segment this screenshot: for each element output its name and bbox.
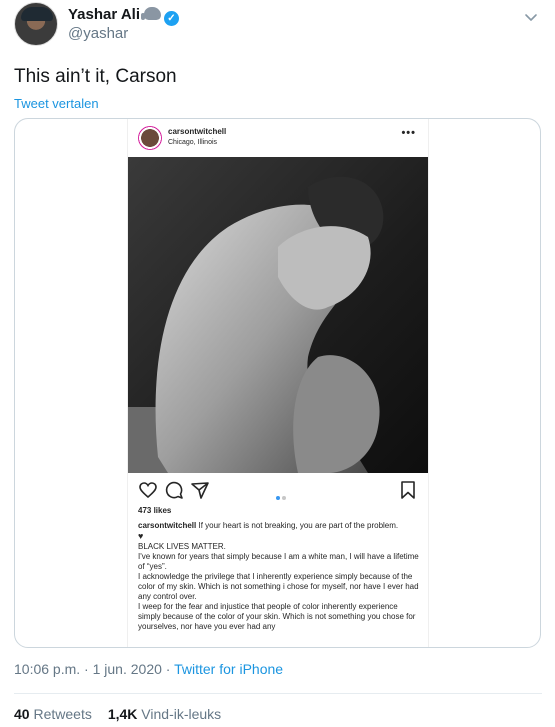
- meta-separator: ·: [80, 661, 93, 677]
- instagram-avatar: [138, 126, 162, 150]
- likes-count: 1,4K: [107, 706, 138, 722]
- tweet-text: This ain’t it, Carson: [14, 66, 177, 87]
- carousel-dot-active: [276, 496, 280, 500]
- likes-stat[interactable]: 1,4K Vind-ik-leuks: [108, 706, 221, 722]
- elephant-icon: [140, 7, 161, 20]
- tweet-source-link[interactable]: Twitter for iPhone: [174, 661, 283, 677]
- comment-icon: [165, 481, 183, 499]
- display-name[interactable]: Yashar Ali ✓: [68, 6, 179, 26]
- tweet-metadata: 10:06 p.m. · 1 jun. 2020 · Twitter for i…: [14, 661, 283, 677]
- avatar-cap: [21, 7, 53, 21]
- retweets-count: 40: [14, 706, 30, 722]
- tweet-header: Yashar Ali ✓ @yashar: [14, 0, 544, 56]
- retweets-stat[interactable]: 40 Retweets: [14, 706, 92, 722]
- carousel-dots: [276, 487, 288, 505]
- caption-line: I weep for the fear and injustice that p…: [138, 602, 416, 631]
- display-name-text[interactable]: Yashar Ali: [68, 6, 140, 23]
- tweet-stats: 40 Retweets 1,4K Vind-ik-leuks: [14, 706, 221, 722]
- share-icon: [191, 482, 209, 499]
- caption-line: I've known for years that simply because…: [138, 552, 419, 571]
- instagram-likes: 473 likes: [138, 506, 172, 515]
- translate-tweet-link[interactable]: Tweet vertalen: [14, 96, 99, 111]
- instagram-caption: carsontwitchell If your heart is not bre…: [138, 521, 420, 643]
- instagram-photo: [128, 157, 428, 473]
- caption-line: carsontwitchell If your heart is not bre…: [138, 521, 420, 531]
- avatar[interactable]: [14, 2, 58, 46]
- carousel-dot: [282, 496, 286, 500]
- retweets-label: Retweets: [33, 706, 92, 722]
- meta-separator: ·: [161, 661, 175, 677]
- instagram-actions: [136, 479, 422, 501]
- bookmark-icon: [401, 481, 415, 499]
- user-handle[interactable]: @yashar: [68, 25, 128, 42]
- more-options-icon: •••: [401, 127, 416, 139]
- caption-username: carsontwitchell: [138, 521, 197, 530]
- caption-line: I acknowledge the privilege that I inher…: [138, 572, 419, 601]
- chevron-down-icon[interactable]: [522, 8, 540, 26]
- instagram-post-screenshot: carsontwitchell Chicago, Illinois ••• 47…: [127, 119, 429, 647]
- tweet-time[interactable]: 10:06 p.m.: [14, 661, 80, 677]
- instagram-location: Chicago, Illinois: [168, 139, 218, 146]
- instagram-username: carsontwitchell: [168, 127, 227, 136]
- caption-line: BLACK LIVES MATTER.: [138, 542, 226, 551]
- tweet-media-image[interactable]: carsontwitchell Chicago, Illinois ••• 47…: [14, 118, 541, 648]
- photo-illustration: [128, 157, 428, 473]
- likes-label: Vind-ik-leuks: [141, 706, 222, 722]
- caption-text: If your heart is not breaking, you are p…: [196, 521, 399, 530]
- divider: [14, 693, 542, 694]
- black-heart-icon: ♥: [138, 531, 144, 541]
- tweet-date[interactable]: 1 jun. 2020: [93, 661, 162, 677]
- verified-check-icon: ✓: [163, 11, 179, 26]
- heart-icon: [139, 482, 157, 499]
